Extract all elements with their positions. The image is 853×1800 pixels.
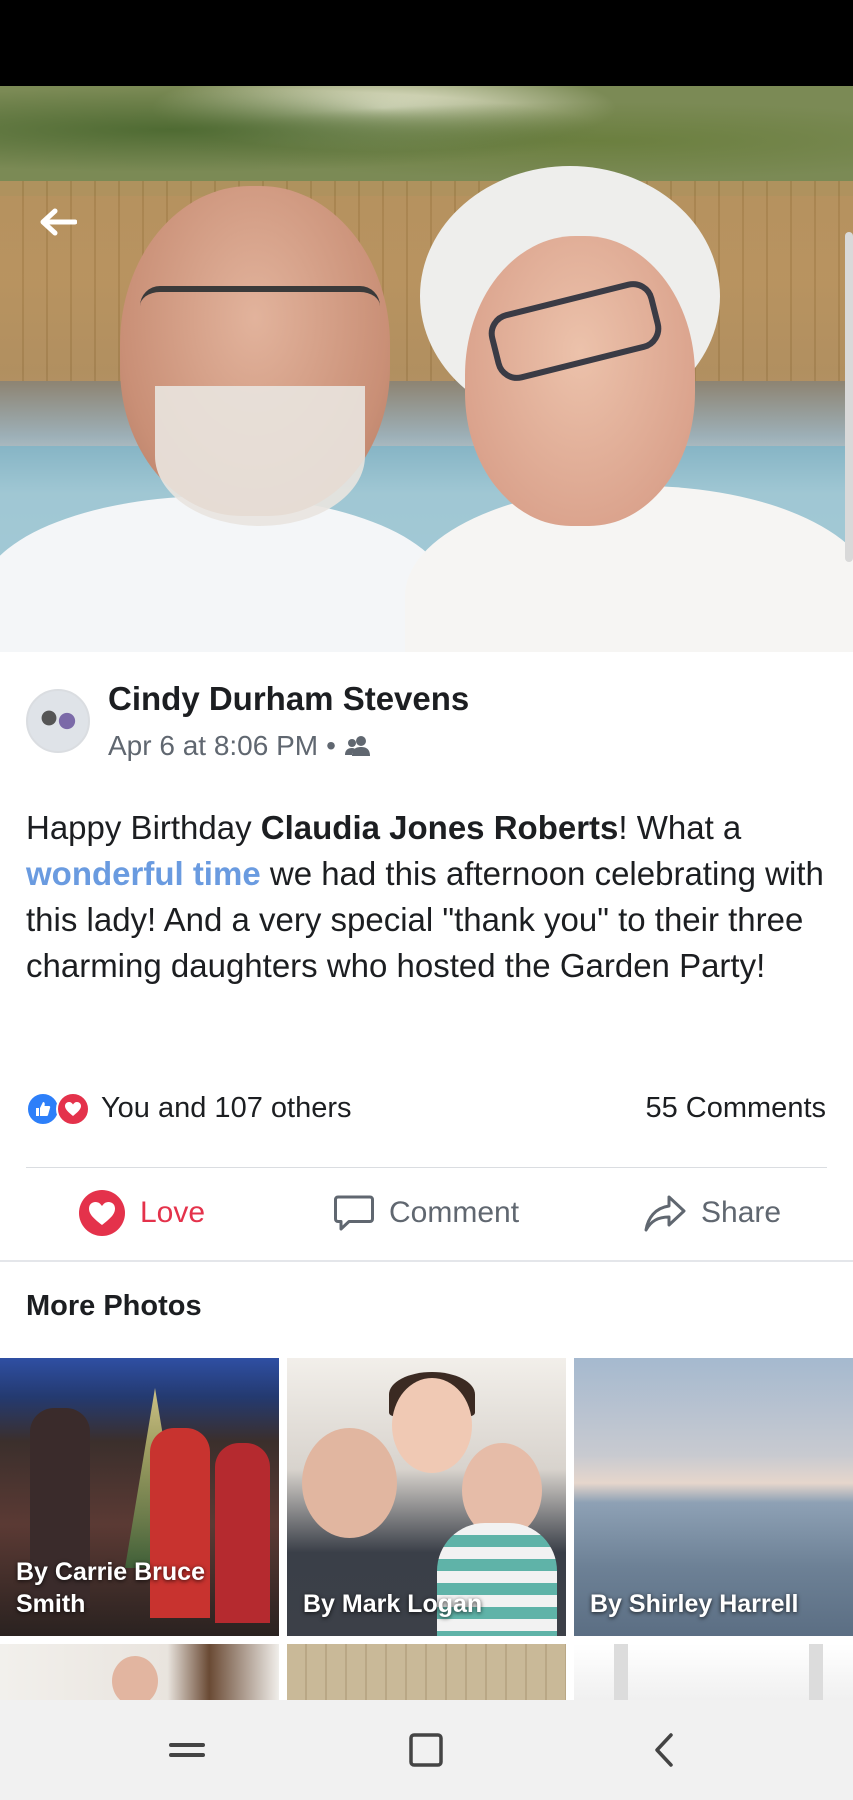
home-icon — [409, 1733, 443, 1767]
comment-icon — [334, 1195, 374, 1231]
photo-column — [614, 1644, 628, 1700]
home-button[interactable] — [396, 1725, 456, 1775]
author-name[interactable]: Cindy Durham Stevens — [108, 680, 469, 718]
photo-thumbnail[interactable] — [0, 1644, 279, 1700]
love-icon — [56, 1092, 90, 1126]
avatar[interactable] — [26, 689, 90, 753]
post-text-part1: Happy Birthday — [26, 809, 261, 846]
photo-man-glasses — [140, 286, 380, 346]
share-icon — [644, 1195, 686, 1232]
recent-apps-button[interactable] — [157, 1725, 217, 1775]
photo-woman-face — [465, 236, 695, 526]
like-icon — [26, 1092, 60, 1126]
photo-thumbnail[interactable]: By Carrie Bruce Smith — [0, 1358, 279, 1636]
photo-background-trees — [0, 86, 853, 196]
photo-caption: By Mark Logan — [303, 1590, 483, 1618]
comments-count[interactable]: 55 Comments — [645, 1092, 826, 1125]
photo-column — [809, 1644, 823, 1700]
post-text-part2: ! What a — [618, 809, 742, 846]
love-button[interactable]: Love — [78, 1182, 205, 1244]
photo-caption: By Carrie Bruce Smith — [16, 1558, 205, 1618]
status-bar — [0, 0, 853, 86]
photo-man-beard — [155, 386, 365, 526]
photo-thumbnail[interactable] — [574, 1644, 853, 1700]
back-button[interactable] — [36, 200, 80, 244]
photo-thumbnail[interactable]: By Mark Logan — [287, 1358, 566, 1636]
friends-icon — [344, 736, 370, 756]
share-label: Share — [701, 1196, 782, 1229]
post-timestamp[interactable]: Apr 6 at 8:06 PM — [108, 730, 318, 762]
post-meta: Apr 6 at 8:06 PM • — [108, 730, 372, 762]
comment-label: Comment — [389, 1196, 520, 1229]
tagged-person-link[interactable]: Claudia Jones Roberts — [261, 809, 619, 846]
divider — [26, 1167, 827, 1168]
more-photos-title: More Photos — [26, 1290, 202, 1322]
arrow-left-icon — [40, 208, 77, 236]
reaction-summary[interactable]: You and 107 others — [101, 1092, 351, 1125]
photo-caption: By Shirley Harrell — [590, 1590, 799, 1618]
share-button[interactable]: Share — [643, 1182, 781, 1244]
post-photo[interactable] — [0, 86, 853, 652]
meta-separator: • — [326, 730, 336, 761]
back-icon — [655, 1733, 673, 1767]
heart-icon — [79, 1190, 125, 1236]
photo-thumbnail[interactable]: By Shirley Harrell — [574, 1358, 853, 1636]
reactions-bar[interactable]: You and 107 others 55 Comments — [26, 1090, 826, 1130]
section-divider — [0, 1260, 853, 1262]
post-actions: Love Comment Share — [0, 1182, 853, 1244]
photo-person — [392, 1378, 472, 1473]
post-header: Cindy Durham Stevens Apr 6 at 8:06 PM • — [26, 680, 826, 762]
post-text: Happy Birthday Claudia Jones Roberts! Wh… — [26, 805, 836, 989]
back-nav-button[interactable] — [634, 1725, 694, 1775]
scroll-indicator — [845, 232, 853, 562]
comment-button[interactable]: Comment — [333, 1182, 519, 1244]
photo-person — [302, 1428, 397, 1538]
photo-thumbnail[interactable] — [287, 1644, 566, 1700]
recent-apps-icon — [169, 1743, 205, 1757]
post-text-link[interactable]: wonderful time — [26, 855, 261, 892]
system-nav-bar — [0, 1700, 853, 1800]
love-label: Love — [140, 1196, 206, 1229]
photo-person — [112, 1656, 158, 1700]
reaction-icons — [26, 1092, 94, 1128]
